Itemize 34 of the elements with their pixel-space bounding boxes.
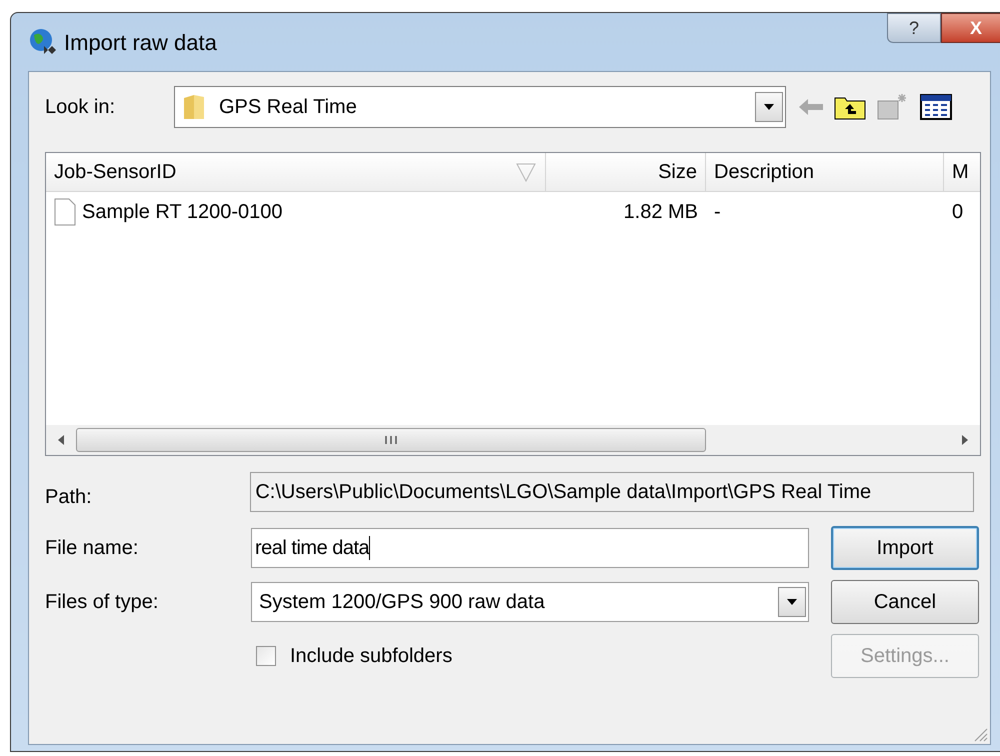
help-button[interactable]: ?: [887, 13, 941, 43]
path-field: C:\Users\Public\Documents\LGO\Sample data\Import\GPS Real Time: [250, 472, 974, 512]
folder-icon: [181, 93, 207, 121]
horizontal-scrollbar[interactable]: [46, 425, 980, 455]
table-cell-text: Sample RT 1200-0100: [82, 200, 283, 225]
column-header[interactable]: Job-SensorID: [46, 153, 546, 191]
column-header[interactable]: Description: [706, 153, 944, 191]
window-title: Import raw data: [64, 28, 217, 57]
file-row[interactable]: Sample RT 1200-0100 1.82 MB - 0: [46, 192, 980, 232]
column-header[interactable]: Size: [546, 153, 706, 191]
dialog-button[interactable]: Cancel: [831, 580, 979, 624]
resize-grip-icon[interactable]: [972, 726, 988, 742]
table-cell-text: 1.82 MB: [624, 200, 698, 225]
file-icon: [54, 198, 76, 226]
checkbox-label: Include subfolders: [290, 644, 452, 669]
file-type-dropdown[interactable]: System 1200/GPS 900 raw data: [251, 582, 809, 622]
table-cell-text: -: [714, 200, 721, 225]
scrollbar-thumb[interactable]: [76, 428, 706, 452]
table-cell-text: 0: [952, 200, 964, 225]
look-in-value: GPS Real Time: [219, 95, 358, 120]
dialog-button[interactable]: Import: [831, 526, 979, 570]
file-name-label: File name:: [45, 536, 140, 561]
file-type-label: Files of type:: [45, 590, 160, 615]
file-name-field[interactable]: real time data: [251, 528, 809, 568]
scroll-right-icon[interactable]: [960, 434, 970, 446]
column-header[interactable]: M: [944, 153, 980, 191]
look-in-dropdown[interactable]: GPS Real Time: [174, 86, 786, 128]
path-label: Path:: [45, 485, 93, 510]
look-in-label: Look in:: [45, 95, 116, 120]
scroll-left-icon[interactable]: [56, 434, 66, 446]
globe-icon: [28, 27, 58, 57]
sort-arrow-icon: [515, 161, 537, 183]
checkbox[interactable]: [256, 646, 276, 666]
view-menu-icon[interactable]: [920, 94, 952, 120]
